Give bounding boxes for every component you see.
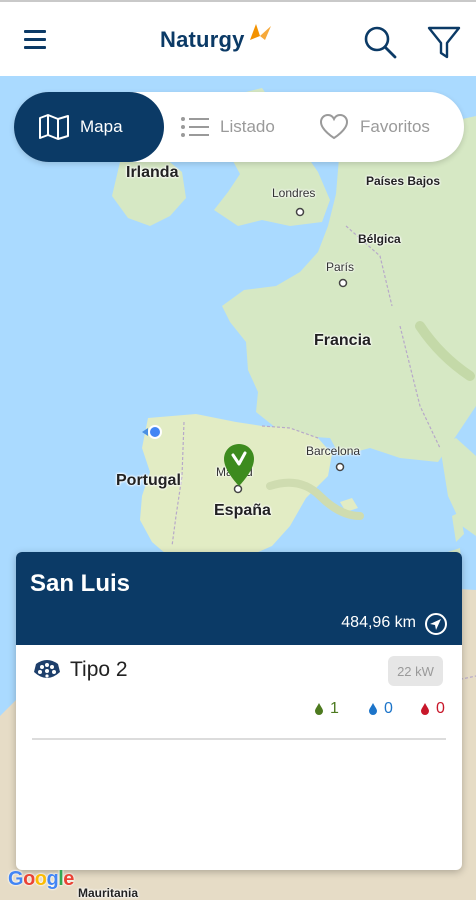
butterfly-logo-icon (249, 24, 271, 40)
occupied-count: 0 (368, 698, 393, 720)
menu-icon[interactable] (20, 24, 56, 56)
type2-connector-icon (34, 660, 60, 678)
filter-icon[interactable] (424, 22, 464, 62)
station-name: San Luis (30, 570, 131, 597)
list-icon (181, 117, 209, 137)
brand-logo: Naturgy (160, 20, 273, 60)
map-label-barcelona: Barcelona (306, 444, 361, 458)
map-label-mauritania: Mauritania (78, 886, 139, 900)
view-toggle: Mapa Listado Favoritos (14, 92, 464, 162)
map-label-belgica: Bélgica (358, 232, 401, 246)
heart-icon (319, 113, 349, 140)
map-label-paris: París (326, 260, 355, 274)
station-distance: 484,96 km (341, 614, 416, 631)
navigate-icon[interactable] (424, 612, 448, 636)
available-count: 1 (314, 698, 339, 720)
map-icon (39, 114, 69, 140)
map-label-irlanda: Irlanda (126, 164, 179, 181)
tab-favoritos-label: Favoritos (360, 117, 430, 136)
tab-mapa-label: Mapa (80, 117, 123, 136)
map-label-paises-bajos: Países Bajos (366, 174, 441, 188)
map-label-londres: Londres (272, 186, 316, 200)
tab-favoritos[interactable]: Favoritos (318, 92, 468, 162)
out-of-service-count: 0 (420, 698, 445, 720)
occupied-count-value: 0 (384, 700, 393, 717)
occupied-drop-icon (369, 703, 377, 715)
map-label-francia: Francia (314, 332, 371, 349)
brand-name: Naturgy (160, 27, 245, 52)
google-attribution-text: Google (8, 868, 74, 890)
app-bar: Naturgy (0, 0, 476, 76)
search-icon[interactable] (360, 22, 400, 62)
station-card[interactable]: San Luis 484,96 km Tipo 2 22 kW 1 0 0 (16, 552, 462, 870)
connector-type: Tipo 2 (70, 658, 128, 681)
tab-listado-label: Listado (220, 117, 275, 136)
tab-mapa[interactable]: Mapa (14, 92, 164, 162)
map-label-portugal: Portugal (116, 472, 181, 489)
card-divider (32, 738, 446, 740)
station-card-header: San Luis 484,96 km (16, 552, 462, 645)
out-of-service-drop-icon (421, 703, 429, 715)
out-of-service-count-value: 0 (436, 700, 445, 717)
available-drop-icon (315, 703, 323, 715)
available-count-value: 1 (330, 700, 339, 717)
power-badge: 22 kW (388, 656, 443, 686)
map-label-espana: España (214, 502, 271, 519)
tab-listado[interactable]: Listado (180, 92, 310, 162)
google-attribution: Google (8, 868, 74, 891)
charging-station-pin-icon[interactable] (222, 442, 256, 490)
user-location-icon (142, 425, 162, 439)
